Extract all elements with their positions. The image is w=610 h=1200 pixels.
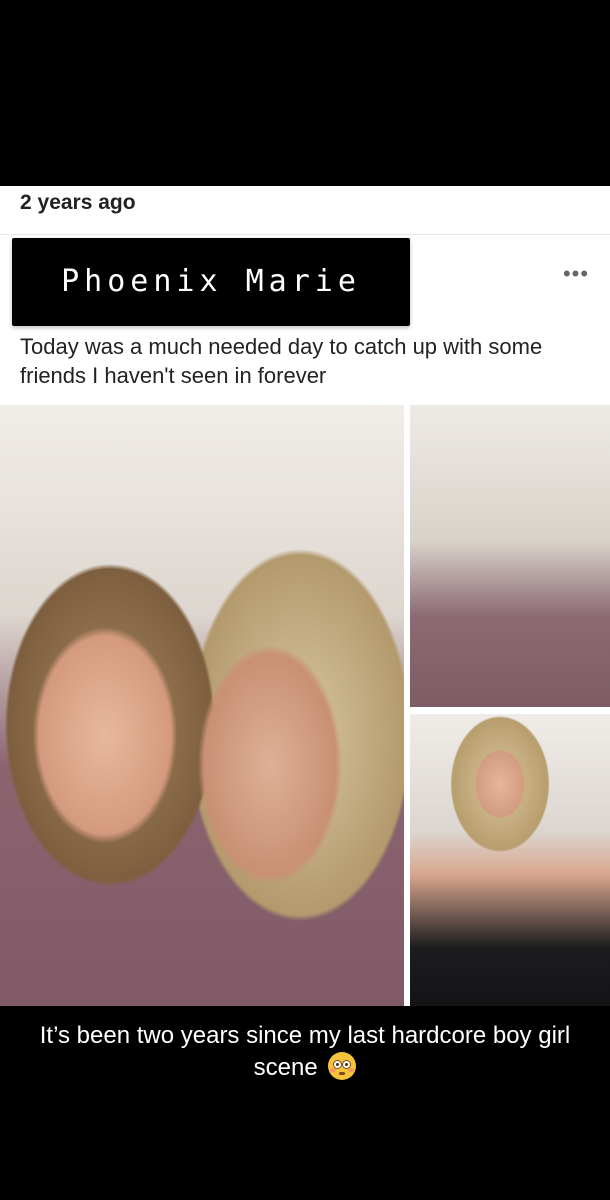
author-name-banner[interactable]: Phoenix Marie [12, 238, 410, 326]
more-options-button[interactable]: ••• [556, 262, 596, 286]
post-caption: Today was a much needed day to catch up … [20, 334, 543, 388]
snap-caption-text: It’s been two years since my last hardco… [39, 1022, 571, 1081]
main-selfie-photo[interactable] [0, 405, 404, 1006]
post-timestamp: 2 years ago [20, 191, 136, 214]
post-card: 2 years ago Phoenix Marie ••• Today was … [0, 186, 610, 1006]
author-name: Phoenix Marie [61, 264, 361, 299]
group-selfie-photo[interactable] [410, 405, 610, 707]
snap-caption: It’s been two years since my last hardco… [10, 1020, 600, 1084]
snap-caption-overlay: It’s been two years since my last hardco… [0, 1008, 610, 1088]
portrait-selfie-photo[interactable] [410, 714, 610, 1006]
timestamp-bar: 2 years ago [0, 186, 610, 235]
top-black-area [0, 0, 610, 186]
flushed-face-icon [328, 1052, 357, 1080]
